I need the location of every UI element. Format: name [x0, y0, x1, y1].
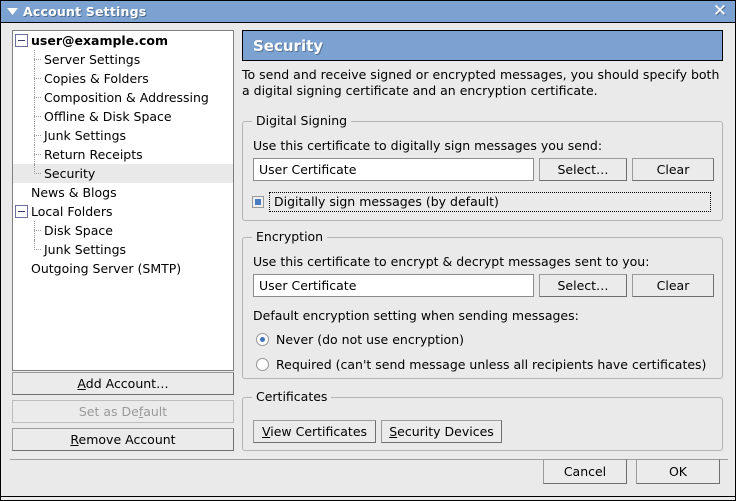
set-as-default-label: Set as Default	[78, 404, 168, 419]
tree-guide-line	[30, 88, 43, 107]
tree-guide-line	[30, 126, 43, 145]
account-settings-window: Account Settings ✕ user@example.com Serve…	[0, 0, 736, 501]
tree-guide-line	[30, 221, 43, 240]
radio-icon	[256, 333, 269, 346]
tree-guide-line	[30, 240, 43, 259]
page-title: Security	[253, 36, 324, 55]
default-encryption-label: Default encryption setting when sending …	[253, 308, 579, 323]
tree-item-composition-addressing[interactable]: Composition & Addressing	[13, 88, 233, 107]
page-header: Security	[242, 30, 723, 61]
encryption-cert-input[interactable]	[253, 274, 534, 297]
tree-guide-line	[30, 145, 43, 164]
caret-down-icon[interactable]	[1, 1, 23, 22]
tree-item-label: Composition & Addressing	[44, 90, 209, 105]
add-account-label: Add Account…	[77, 376, 169, 391]
tree-item-label: user@example.com	[31, 33, 168, 48]
certificates-group-title: Certificates	[252, 390, 332, 404]
digital-signing-group: Digital Signing Use this certificate to …	[242, 114, 723, 221]
encryption-option-required-label: Required (can't send message unless all …	[276, 357, 707, 372]
tree-item-label: Return Receipts	[44, 147, 143, 162]
digital-signing-group-title: Digital Signing	[252, 114, 352, 128]
tree-guide-line	[30, 69, 43, 88]
encryption-option-never-label: Never (do not use encryption)	[276, 332, 464, 347]
tree-item-copies-folders[interactable]: Copies & Folders	[13, 69, 233, 88]
window-titlebar: Account Settings ✕	[1, 1, 735, 23]
sign-by-default-label: Digitally sign messages (by default)	[269, 192, 711, 212]
tree-item-label: Offline & Disk Space	[44, 109, 172, 124]
remove-account-button[interactable]: Remove Account	[12, 428, 234, 451]
tree-guide-line	[30, 50, 43, 69]
window-bottom-edge	[1, 496, 735, 500]
sign-by-default-checkbox[interactable]: Digitally sign messages (by default)	[252, 192, 714, 212]
encryption-select-button[interactable]: Select…	[539, 274, 627, 297]
view-certificates-button[interactable]: View Certificates	[253, 420, 376, 443]
encryption-select-label: Select…	[557, 278, 609, 293]
checkbox-icon	[252, 196, 264, 208]
ok-label: OK	[668, 464, 688, 479]
collapse-expander-icon[interactable]	[15, 205, 28, 218]
tree-item-security[interactable]: Security	[13, 164, 233, 183]
signing-cert-label: Use this certificate to digitally sign m…	[253, 138, 603, 153]
encryption-option-never[interactable]: Never (do not use encryption)	[256, 332, 464, 347]
encryption-clear-label: Clear	[656, 278, 690, 293]
add-account-button[interactable]: Add Account…	[12, 372, 234, 395]
tree-item-outgoing-server-smtp[interactable]: Outgoing Server (SMTP)	[13, 259, 233, 278]
encryption-option-required[interactable]: Required (can't send message unless all …	[256, 357, 706, 372]
tree-guide-line	[30, 164, 43, 183]
encryption-group-title: Encryption	[252, 230, 328, 244]
tree-item-label: Local Folders	[31, 204, 113, 219]
tree-item-news-blogs[interactable]: News & Blogs	[13, 183, 233, 202]
signing-cert-input[interactable]	[253, 158, 534, 181]
tree-item-label: Server Settings	[44, 52, 141, 67]
encryption-cert-label: Use this certificate to encrypt & decryp…	[253, 254, 650, 269]
tree-item-offline-disk-space[interactable]: Offline & Disk Space	[13, 107, 233, 126]
radio-icon	[256, 358, 269, 371]
tree-guide-line	[30, 107, 43, 126]
tree-item-label: Disk Space	[44, 223, 113, 238]
window-title: Account Settings	[23, 4, 147, 19]
cancel-label: Cancel	[563, 464, 607, 479]
tree-item-return-receipts[interactable]: Return Receipts	[13, 145, 233, 164]
remove-account-label: Remove Account	[70, 432, 176, 447]
signing-select-button[interactable]: Select…	[539, 158, 627, 181]
tree-item-label: Copies & Folders	[44, 71, 149, 86]
tree-item-label: Outgoing Server (SMTP)	[31, 261, 182, 276]
tree-item-user-example-com[interactable]: user@example.com	[13, 31, 233, 50]
collapse-expander-icon[interactable]	[15, 34, 28, 47]
tree-item-label: Junk Settings	[44, 128, 127, 143]
ok-button[interactable]: OK	[636, 459, 720, 484]
tree-item-local-folders[interactable]: Local Folders	[13, 202, 233, 221]
set-as-default-button: Set as Default	[12, 400, 234, 423]
signing-clear-label: Clear	[656, 162, 690, 177]
tree-item-label: News & Blogs	[31, 185, 117, 200]
tree-item-server-settings[interactable]: Server Settings	[13, 50, 233, 69]
signing-select-label: Select…	[557, 162, 609, 177]
tree-item-junk-settings[interactable]: Junk Settings	[13, 126, 233, 145]
tree-item-junk-settings[interactable]: Junk Settings	[13, 240, 233, 259]
security-devices-label: Security Devices	[389, 424, 494, 439]
view-certificates-label: View Certificates	[261, 424, 368, 439]
security-devices-button[interactable]: Security Devices	[381, 420, 502, 443]
tree-item-label: Junk Settings	[44, 242, 127, 257]
page-description: To send and receive signed or encrypted …	[242, 67, 720, 98]
encryption-group: Encryption Use this certificate to encry…	[242, 230, 723, 379]
tree-item-disk-space[interactable]: Disk Space	[13, 221, 233, 240]
close-icon[interactable]: ✕	[703, 1, 735, 22]
signing-clear-button[interactable]: Clear	[632, 158, 714, 181]
tree-item-label: Security	[44, 166, 96, 181]
cancel-button[interactable]: Cancel	[543, 459, 627, 484]
accounts-tree[interactable]: user@example.com Server Settings Copies & …	[12, 30, 234, 371]
encryption-clear-button[interactable]: Clear	[632, 274, 714, 297]
